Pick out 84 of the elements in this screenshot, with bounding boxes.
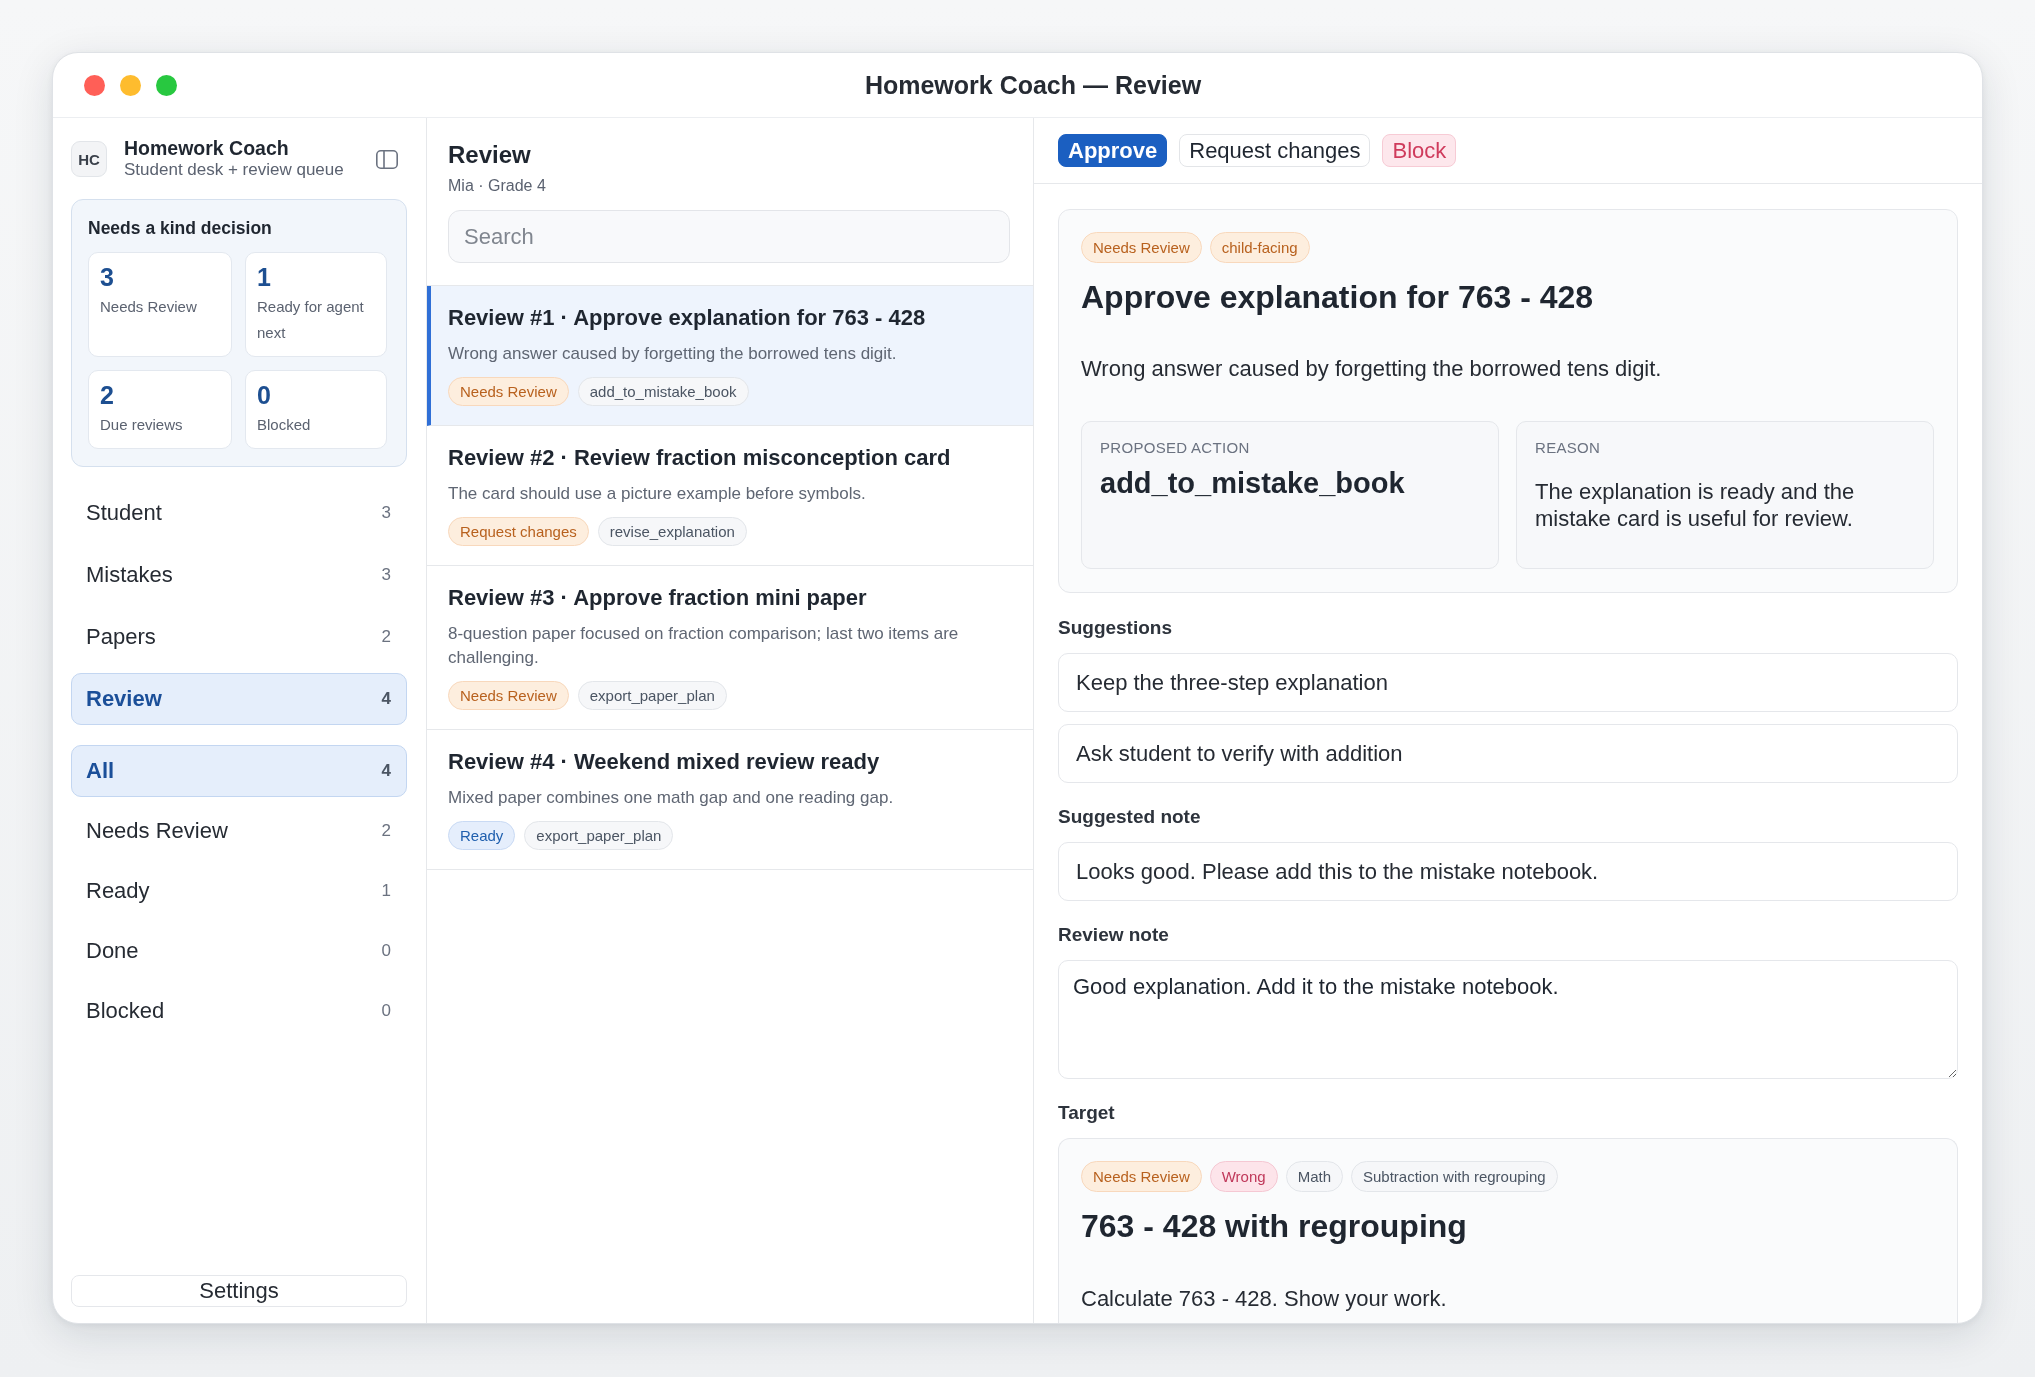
app-subtitle: Student desk + review queue [124,159,345,180]
field-label: REASON [1535,439,1602,457]
stat-label: Ready for agent next [257,297,365,343]
window-maximize-icon[interactable] [156,74,177,96]
status-tag: Needs Review [448,377,569,406]
status-tag: Request changes [448,517,589,546]
item-count: 0 [381,1001,391,1021]
stat-value: 1 [257,263,272,291]
stat-value: 3 [100,263,115,291]
target-prompt: Calculate 763 - 428. Show your work. [1081,1285,1448,1313]
label-tag: Math [1285,1161,1343,1192]
review-item[interactable]: Review #1 · Approve explanation for 763 - 428 Wrong answer caused by forgetting the borrowed tens digit. Needs Review add_to_mistake_book [427,286,1033,426]
status-tag: Ready [448,821,516,850]
item-count: 4 [381,761,391,781]
label-tag: revise_explanation [597,517,747,546]
card-title: Needs a kind decision [88,217,273,239]
list-title: Review [448,140,532,170]
review-title: Review #2 · Review fraction misconception card [448,444,951,472]
filter-item[interactable]: Done 0 [71,925,407,977]
review-item[interactable]: Review #3 · Approve fraction mini paper 8-question paper focused on fraction comparison; last two items are challenging. Needs Review export_paper_plan [427,566,1033,730]
action-button[interactable]: Block [1382,134,1457,167]
suggestion-item[interactable]: Ask student to verify with addition [1058,724,1958,783]
search-field[interactable]: Search [448,210,1010,263]
field-label: PROPOSED ACTION [1100,439,1251,457]
status-tag: Needs Review [1081,232,1202,263]
status-tag: Needs Review [1081,1161,1202,1192]
settings-button[interactable]: Settings [71,1275,407,1307]
detail-description: Wrong answer caused by forgetting the borrowed tens digit. [1081,355,1663,383]
window-title: Homework Coach — Review [864,70,1202,100]
filter-item[interactable]: Ready 1 [71,865,407,917]
stat-value: 2 [100,381,115,409]
review-title: Review #4 · Weekend mixed review ready [448,748,880,776]
stat-value: 0 [257,381,272,409]
suggested-note: Looks good. Please add this to the mistake notebook. [1058,842,1958,901]
window-close-icon[interactable] [84,74,105,96]
suggestion-item[interactable]: Keep the three-step explanation [1058,653,1958,712]
item-count: 2 [381,627,391,647]
review-description: 8-question paper focused on fraction comparison; last two items are challenging. [448,623,960,669]
nav-item[interactable]: Student 3 [71,487,407,539]
status-tag: Needs Review [448,681,569,710]
review-item[interactable]: Review #4 · Weekend mixed review ready Mixed paper combines one math gap and one reading gap. Ready export_paper_plan [427,730,1033,870]
review-title: Review #3 · Approve fraction mini paper [448,584,867,612]
field-value: The explanation is ready and the mistake card is useful for review. [1535,478,1856,532]
detail-title: Approve explanation for 763 - 428 [1081,278,1595,317]
item-count: 3 [381,565,391,585]
review-description: Wrong answer caused by forgetting the borrowed tens digit. [448,343,897,365]
list-subtitle: Mia · Grade 4 [448,176,547,196]
section-label: Suggested note [1058,805,1202,829]
section-label: Target [1058,1101,1116,1125]
item-count: 1 [381,881,391,901]
status-tag: child-facing [1209,232,1310,263]
label-tag: export_paper_plan [577,681,727,710]
filter-item[interactable]: Needs Review 2 [71,805,407,857]
app-logo: HC [71,141,107,177]
action-button[interactable]: Approve [1058,134,1168,167]
review-title: Review #1 · Approve explanation for 763 - 428 [448,304,926,332]
item-count: 4 [381,689,391,709]
review-note-field[interactable]: Good explanation. Add it to the mistake notebook. [1058,960,1958,1079]
review-description: Mixed paper combines one math gap and one reading gap. [448,787,894,809]
status-tag: Wrong [1209,1161,1278,1192]
stat-label: Due reviews [100,415,184,435]
review-item[interactable]: Review #2 · Review fraction misconception card The card should use a picture example before symbols. Request changes revise_explanation [427,426,1033,566]
filter-item[interactable]: Blocked 0 [71,985,407,1037]
section-label: Suggestions [1058,616,1173,640]
stat-label: Needs Review [100,297,198,317]
nav-item[interactable]: Mistakes 3 [71,549,407,601]
field-value: add_to_mistake_book [1100,466,1406,500]
label-tag: export_paper_plan [524,821,674,850]
window-minimize-icon[interactable] [120,74,141,96]
review-description: The card should use a picture example before symbols. [448,483,866,505]
action-button[interactable]: Request changes [1179,134,1371,167]
target-title: 763 - 428 with regrouping [1081,1207,1468,1246]
item-count: 3 [381,503,391,523]
item-count: 2 [381,821,391,841]
stat-label: Blocked [257,415,312,435]
section-label: Review note [1058,923,1170,947]
item-count: 0 [381,941,391,961]
nav-item[interactable]: Papers 2 [71,611,407,663]
filter-item[interactable]: All 4 [71,745,407,797]
app-name: Homework Coach [124,138,290,159]
sidebar-toggle-icon[interactable] [376,149,398,169]
label-tag: Subtraction with regrouping [1351,1161,1558,1192]
label-tag: add_to_mistake_book [577,377,749,406]
nav-item[interactable]: Review 4 [71,673,407,725]
